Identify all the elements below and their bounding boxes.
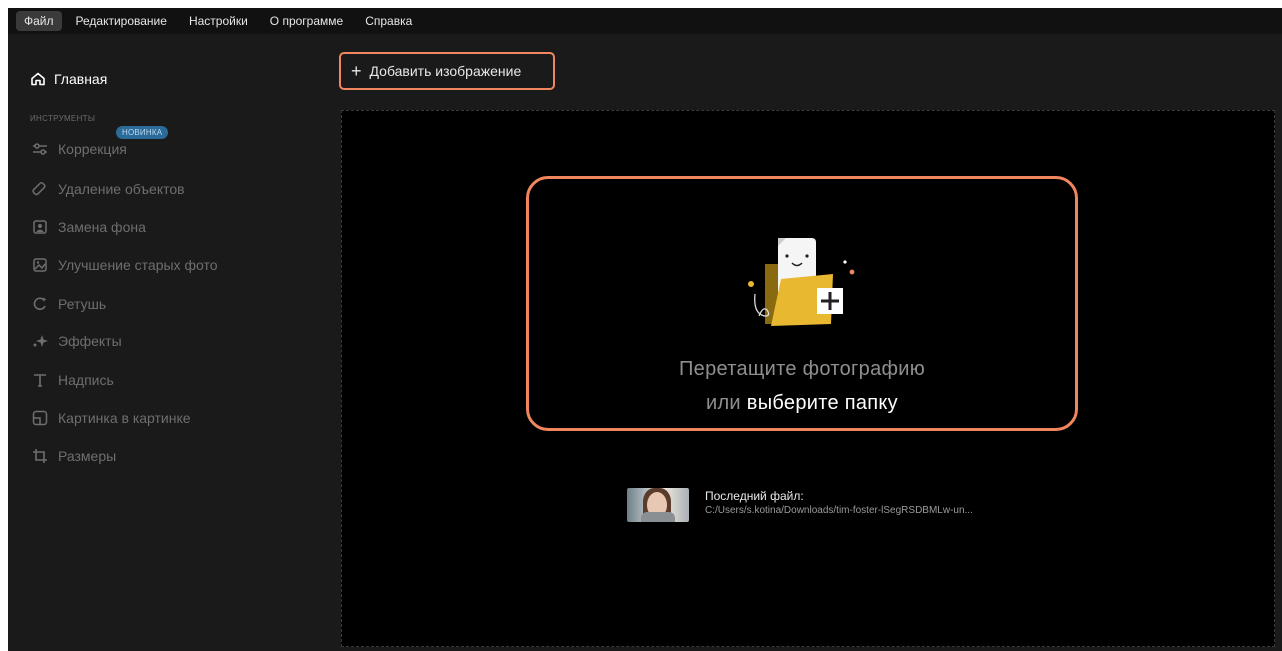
last-file-thumbnail[interactable]	[627, 488, 689, 522]
sidebar-item-label: Главная	[54, 71, 108, 87]
sparkle-icon	[30, 333, 50, 349]
retouch-icon	[30, 296, 50, 312]
picture-in-picture-icon	[30, 410, 50, 426]
add-image-button[interactable]: + Добавить изображение	[339, 52, 555, 90]
sidebar-item-effects[interactable]: Эффекты	[30, 333, 122, 349]
menu-file[interactable]: Файл	[16, 11, 62, 31]
sidebar-item-label: Ретушь	[58, 296, 107, 312]
add-image-label: Добавить изображение	[369, 63, 522, 79]
sidebar-item-label: Улучшение старых фото	[58, 257, 218, 273]
sidebar-item-caption[interactable]: Надпись	[30, 372, 114, 388]
menu-settings[interactable]: Настройки	[181, 11, 256, 31]
sidebar-item-sizes[interactable]: Размеры	[30, 448, 116, 464]
sidebar-item-retouch[interactable]: Ретушь	[30, 296, 106, 312]
menu-help[interactable]: Справка	[357, 11, 420, 31]
sidebar-item-label: Картинка в картинке	[58, 410, 191, 426]
portrait-icon	[30, 219, 50, 235]
drop-zone[interactable]: Перетащите фотографию или выберите папку	[526, 176, 1078, 431]
sidebar-item-picture-in-picture[interactable]: Картинка в картинке	[30, 410, 191, 426]
sidebar-item-label: Замена фона	[58, 219, 146, 235]
sidebar-item-label: Коррекция	[58, 141, 127, 157]
sidebar-item-background-replace[interactable]: Замена фона	[30, 219, 146, 235]
photo-enhance-icon	[30, 257, 50, 273]
last-file-title: Последний файл:	[705, 489, 804, 503]
home-icon	[31, 72, 45, 86]
sidebar-item-label: Эффекты	[58, 333, 122, 349]
sidebar-item-object-removal[interactable]: Удаление объектов	[30, 181, 185, 197]
last-file-path[interactable]: C:/Users/s.kotina/Downloads/tim-foster-l…	[705, 505, 973, 516]
drop-or-text: или	[705, 392, 741, 414]
folder-add-illustration	[748, 238, 855, 326]
choose-folder-link[interactable]: выберите папку	[747, 392, 898, 414]
sidebar-item-label: Размеры	[58, 448, 117, 464]
drop-instruction: Перетащите фотографию	[678, 358, 926, 380]
sidebar-item-home[interactable]: Главная	[30, 71, 107, 87]
sliders-icon	[30, 141, 50, 157]
last-file[interactable]: Последний файл: C:/Users/s.kotina/Downlo…	[627, 488, 973, 522]
sidebar-item-old-photo-enhance[interactable]: Улучшение старых фото	[30, 257, 217, 273]
text-icon	[30, 372, 50, 388]
eraser-icon	[30, 181, 50, 197]
image-drop-area[interactable]: Перетащите фотографию или выберите папку…	[341, 110, 1275, 647]
sidebar: Главная ИНСТРУМЕНТЫ НОВИНКА Коррекция Уд…	[8, 34, 333, 651]
crop-icon	[30, 448, 50, 464]
app-window: Файл Редактирование Настройки О программ…	[8, 8, 1282, 651]
sidebar-item-label: Надпись	[58, 372, 114, 388]
drop-instruction-secondary: или выберите папку	[529, 392, 1075, 415]
menu-edit[interactable]: Редактирование	[68, 11, 175, 31]
menu-bar: Файл Редактирование Настройки О программ…	[8, 8, 1282, 34]
new-badge: НОВИНКА	[116, 126, 169, 139]
plus-icon: +	[351, 61, 362, 81]
sidebar-item-label: Удаление объектов	[58, 181, 185, 197]
menu-about[interactable]: О программе	[262, 11, 351, 31]
last-file-info: Последний файл: C:/Users/s.kotina/Downlo…	[705, 488, 973, 516]
sidebar-item-correction[interactable]: Коррекция	[30, 141, 127, 157]
section-caption: ИНСТРУМЕНТЫ	[30, 114, 96, 123]
